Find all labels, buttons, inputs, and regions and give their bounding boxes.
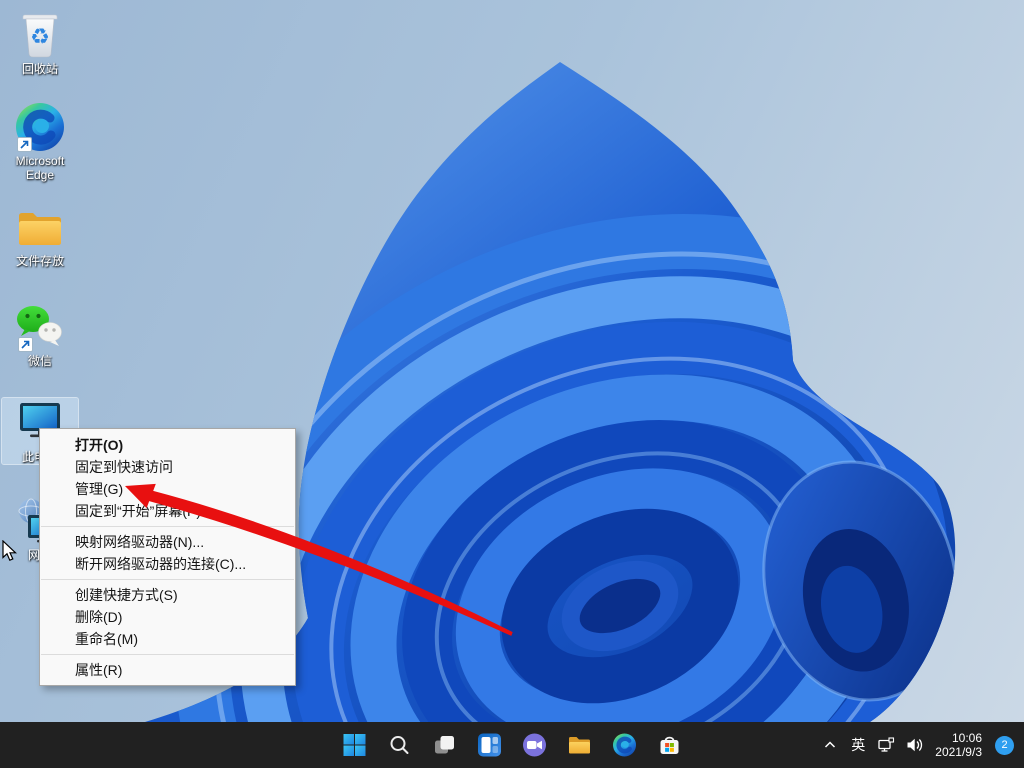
shortcut-arrow-icon xyxy=(17,137,32,152)
desktop: { "desktop": { "icons": [ {"label": "回收站… xyxy=(0,0,1024,768)
svg-text:♻: ♻ xyxy=(30,24,50,49)
icon-label: 回收站 xyxy=(2,62,78,76)
file-explorer-button[interactable] xyxy=(560,725,600,765)
search-button[interactable] xyxy=(380,725,420,765)
date-text: 2021/9/3 xyxy=(935,745,982,760)
widgets-button[interactable] xyxy=(470,725,510,765)
context-menu-item[interactable]: 断开网络驱动器的连接(C)... xyxy=(40,553,295,575)
file-explorer-icon xyxy=(568,733,592,757)
context-menu-item[interactable]: 打开(O) xyxy=(40,434,295,456)
ime-indicator[interactable]: 英 xyxy=(847,735,869,755)
volume-icon[interactable] xyxy=(903,734,925,756)
icon-label: Microsoft Edge xyxy=(2,154,78,182)
edge-icon xyxy=(613,733,637,757)
shortcut-arrow-icon xyxy=(18,337,33,352)
time-text: 10:06 xyxy=(935,731,982,746)
context-menu-item[interactable]: 固定到快速访问 xyxy=(40,456,295,478)
icon-label: 微信 xyxy=(2,354,78,368)
start-button[interactable] xyxy=(335,725,375,765)
store-icon xyxy=(658,733,682,757)
context-menu-item[interactable]: 删除(D) xyxy=(40,606,295,628)
context-menu-item[interactable]: 管理(G) xyxy=(40,478,295,500)
task-view-button[interactable] xyxy=(425,725,465,765)
context-menu-item[interactable]: 重命名(M) xyxy=(40,628,295,650)
clock[interactable]: 10:06 2021/9/3 xyxy=(935,731,982,760)
network-tray-icon[interactable] xyxy=(875,734,897,756)
desktop-icon-recycle-bin[interactable]: ♻ 回收站 xyxy=(2,10,78,76)
chat-icon xyxy=(523,733,547,757)
widgets-icon xyxy=(478,733,502,757)
recycle-bin-icon: ♻ xyxy=(17,10,63,60)
icon-label: 文件存放 xyxy=(2,254,78,268)
desktop-icon-file-folder[interactable]: 文件存放 xyxy=(2,204,78,268)
taskbar: 英 10:06 2021/9/3 2 xyxy=(0,722,1024,768)
menu-separator xyxy=(41,579,294,580)
context-menu-item[interactable]: 映射网络驱动器(N)... xyxy=(40,531,295,553)
desktop-icon-edge[interactable]: Microsoft Edge xyxy=(2,102,78,182)
context-menu: 打开(O)固定到快速访问管理(G)固定到“开始”屏幕(P) 映射网络驱动器(N).… xyxy=(39,428,296,686)
menu-separator xyxy=(41,654,294,655)
tray-chevron-up-icon[interactable] xyxy=(819,734,841,756)
task-view-icon xyxy=(434,734,456,756)
store-button[interactable] xyxy=(650,725,690,765)
chat-button[interactable] xyxy=(515,725,555,765)
folder-icon xyxy=(17,208,63,248)
search-icon xyxy=(389,734,411,756)
context-menu-item[interactable]: 固定到“开始”屏幕(P) xyxy=(40,500,295,522)
edge-taskbar-button[interactable] xyxy=(605,725,645,765)
desktop-icon-wechat[interactable]: 微信 xyxy=(2,302,78,368)
context-menu-item[interactable]: 属性(R) xyxy=(40,659,295,681)
notification-badge[interactable]: 2 xyxy=(995,736,1014,755)
context-menu-item[interactable]: 创建快捷方式(S) xyxy=(40,584,295,606)
system-tray: 英 10:06 2021/9/3 2 xyxy=(819,722,1024,768)
windows-logo-icon xyxy=(343,733,367,757)
menu-separator xyxy=(41,526,294,527)
